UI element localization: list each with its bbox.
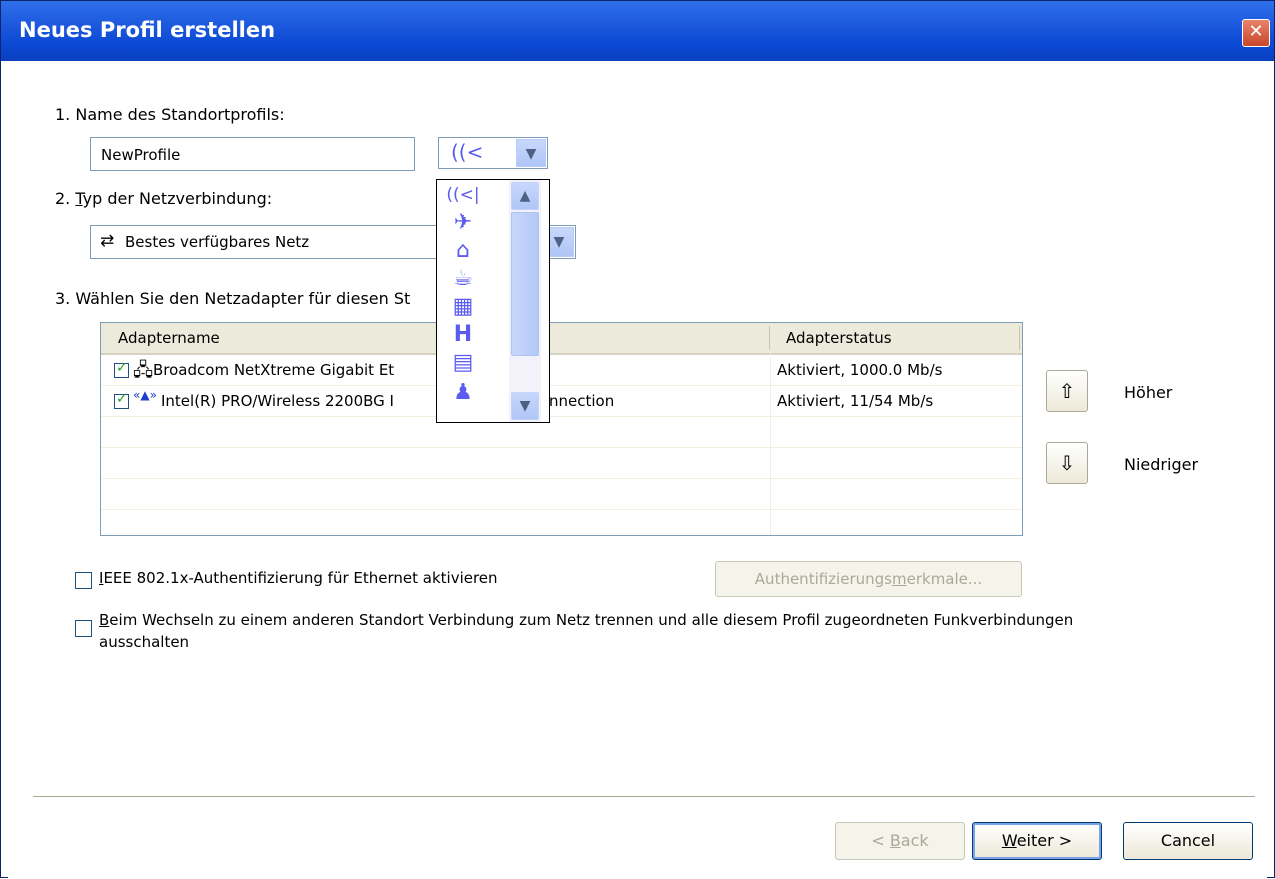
hotel-icon[interactable]: H <box>443 320 483 350</box>
move-down-label: Niedriger <box>1124 455 1199 474</box>
person-icon[interactable]: ♟ <box>443 378 483 408</box>
column-header-adapterstatus[interactable]: Adapterstatus <box>786 329 892 347</box>
table-row <box>101 448 1022 479</box>
disconnect-on-switch-label[interactable]: Beim Wechseln zu einem anderen Standort … <box>99 611 1073 629</box>
table-row[interactable]: «▲» Intel(R) PRO/Wireless 2200BG I nnect… <box>101 386 1022 417</box>
table-header: Adaptername Adapterstatus <box>101 323 1022 355</box>
connection-type-value: Bestes verfügbares Netz <box>125 233 310 251</box>
chevron-down-icon[interactable]: ▼ <box>516 139 546 167</box>
disconnect-on-switch-checkbox[interactable] <box>75 620 92 637</box>
table-row[interactable]: 🖧 Broadcom NetXtreme Gigabit Et Aktivier… <box>101 355 1022 386</box>
column-divider[interactable] <box>769 326 770 350</box>
dropdown-scrollbar[interactable]: ▲ ▼ <box>509 180 541 422</box>
home-icon[interactable]: ⌂ <box>443 236 483 266</box>
footer-divider <box>33 796 1255 800</box>
network-switch-icon: ⇄ <box>100 231 115 251</box>
next-button[interactable]: Weiter > <box>972 822 1102 860</box>
column-header-adaptername[interactable]: Adaptername <box>118 329 220 347</box>
table-row <box>101 479 1022 510</box>
adapter-selection-label: 3. Wählen Sie den Netzadapter für diesen… <box>55 289 411 308</box>
adapter-status: Aktiviert, 1000.0 Mb/s <box>777 361 943 379</box>
profile-name-label: 1. Name des Standortprofils: <box>55 105 285 124</box>
window-title: Neues Profil erstellen <box>19 18 276 42</box>
ieee-auth-checkbox[interactable] <box>75 572 92 589</box>
move-down-button[interactable]: ⇩ <box>1046 442 1088 484</box>
back-button[interactable]: < Back <box>835 822 965 860</box>
profile-icon-select[interactable]: ((< ▼ <box>438 137 548 169</box>
dialog-body: 1. Name des Standortprofils: NewProfile … <box>8 61 1267 879</box>
adapter-name-tail: nnection <box>549 392 615 410</box>
disconnect-on-switch-label-line2[interactable]: ausschalten <box>99 633 189 651</box>
column-divider[interactable] <box>1019 326 1020 350</box>
adapter-checkbox[interactable] <box>114 391 129 409</box>
profile-name-input[interactable]: NewProfile <box>90 137 415 171</box>
ieee-auth-label[interactable]: IEEE 802.1x-Authentifizierung für Ethern… <box>99 569 498 587</box>
dialog-window: Neues Profil erstellen ✕ 1. Name des Sta… <box>0 0 1275 879</box>
table-row <box>101 417 1022 448</box>
auth-properties-button[interactable]: Authentifizierungsmerkmale... <box>715 561 1022 597</box>
title-bar[interactable]: Neues Profil erstellen ✕ <box>1 1 1274 61</box>
adapter-status: Aktiviert, 11/54 Mb/s <box>777 392 934 410</box>
chevron-up-icon[interactable]: ▲ <box>511 182 539 210</box>
coffee-icon[interactable]: ☕ <box>443 264 483 294</box>
office-building-icon[interactable]: ▦ <box>443 292 483 322</box>
scrollbar-thumb[interactable] <box>511 212 539 356</box>
move-up-button[interactable]: ⇧ <box>1046 370 1088 412</box>
close-icon: ✕ <box>1248 21 1264 42</box>
wireless-icon: ((< <box>451 140 484 164</box>
wireless-icon[interactable]: ((<| <box>443 180 483 210</box>
adapter-name: Broadcom NetXtreme Gigabit Et <box>153 361 395 379</box>
icon-dropdown-list[interactable]: ((<| ✈ ⌂ ☕ ▦ H ▤ ♟ ▲ ▼ <box>436 179 550 423</box>
arrow-up-icon: ⇧ <box>1058 379 1076 403</box>
wireless-antenna-icon: «▲» <box>133 388 157 402</box>
adapter-name: Intel(R) PRO/Wireless 2200BG I <box>161 392 394 410</box>
train-icon[interactable]: ▤ <box>443 348 483 378</box>
cancel-button[interactable]: Cancel <box>1123 822 1253 860</box>
chevron-down-icon[interactable]: ▼ <box>511 392 539 420</box>
connection-type-label: 2. Typ der Netzverbindung: <box>55 189 273 208</box>
table-row <box>101 510 1022 535</box>
adapter-table: Adaptername Adapterstatus 🖧 Broadcom Net… <box>100 322 1023 536</box>
close-button[interactable]: ✕ <box>1242 19 1270 47</box>
adapter-checkbox[interactable] <box>114 360 129 378</box>
move-up-label: Höher <box>1124 383 1173 402</box>
airplane-icon[interactable]: ✈ <box>443 208 483 238</box>
ethernet-icon: 🖧 <box>133 360 154 381</box>
arrow-down-icon: ⇩ <box>1058 451 1076 475</box>
